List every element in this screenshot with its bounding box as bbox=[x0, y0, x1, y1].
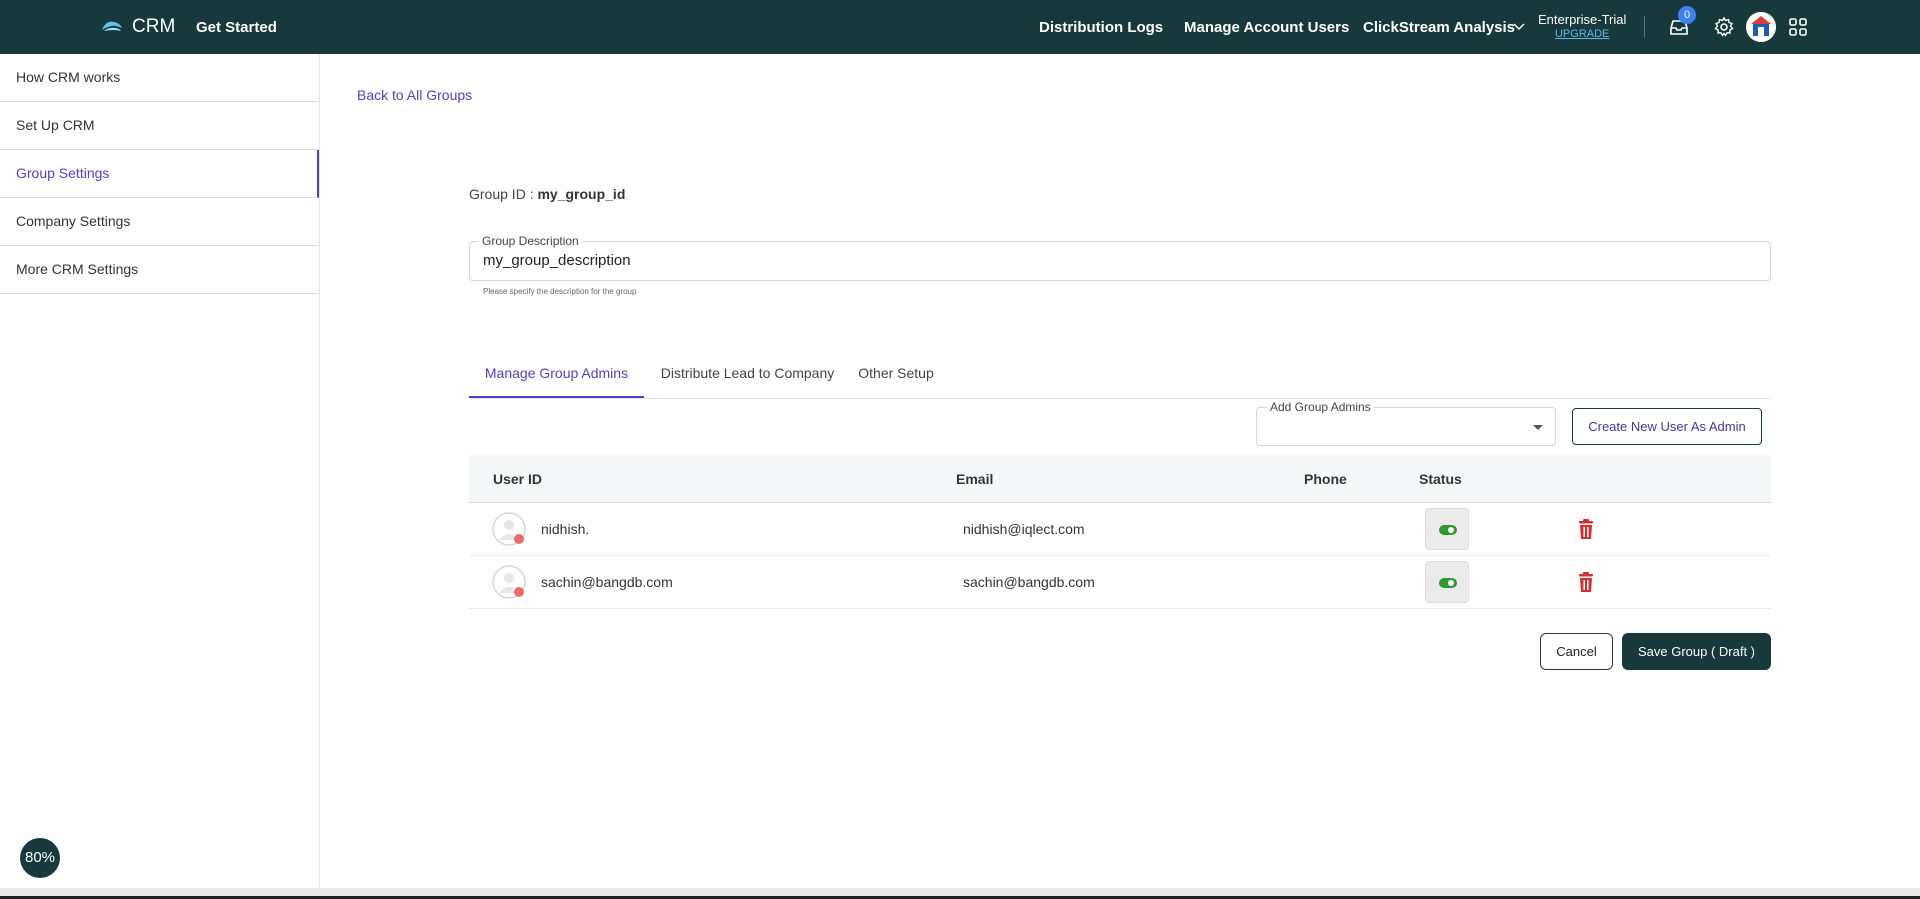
user-avatar-icon bbox=[492, 565, 526, 599]
table-header: User ID Email Phone Status bbox=[469, 455, 1771, 503]
group-description-label: Group Description bbox=[478, 234, 583, 248]
group-description-help: Please specify the description for the g… bbox=[483, 287, 637, 296]
table-row: nidhish. nidhish@iqlect.com bbox=[469, 503, 1771, 556]
top-bar: CRM Get Started Distribution Logs Manage… bbox=[0, 0, 1920, 54]
group-id-label: Group ID : bbox=[469, 186, 538, 202]
notification-badge: 0 bbox=[1678, 6, 1696, 24]
gear-icon[interactable] bbox=[1713, 16, 1735, 38]
user-avatar-icon bbox=[492, 512, 526, 546]
sidebar: How CRM works Set Up CRM Group Settings … bbox=[0, 54, 320, 888]
nav-manage-account-users[interactable]: Manage Account Users bbox=[1184, 19, 1349, 36]
user-id-cell: sachin@bangdb.com bbox=[541, 574, 673, 590]
group-description-field[interactable]: Group Description my_group_description bbox=[469, 234, 1771, 281]
group-id: Group ID : my_group_id bbox=[469, 186, 625, 202]
toggle-on-icon bbox=[1439, 578, 1457, 588]
status-toggle-button[interactable] bbox=[1425, 508, 1469, 550]
get-started-link[interactable]: Get Started bbox=[196, 19, 277, 36]
crm-logo[interactable]: CRM bbox=[100, 16, 175, 38]
sidebar-item-more-crm-settings[interactable]: More CRM Settings bbox=[0, 246, 319, 294]
tab-manage-group-admins[interactable]: Manage Group Admins bbox=[469, 350, 644, 398]
table-row: sachin@bangdb.com sachin@bangdb.com bbox=[469, 556, 1771, 609]
tab-other-setup[interactable]: Other Setup bbox=[851, 350, 941, 398]
column-email: Email bbox=[956, 471, 994, 487]
group-description-value[interactable]: my_group_description bbox=[483, 252, 631, 269]
add-group-admins-label: Add Group Admins bbox=[1267, 400, 1374, 414]
nav-clickstream-analysis[interactable]: ClickStream Analysis bbox=[1363, 19, 1515, 36]
plan-info: Enterprise-Trial UPGRADE bbox=[1538, 12, 1626, 40]
zoom-indicator[interactable]: 80% bbox=[20, 838, 60, 878]
email-cell: nidhish@iqlect.com bbox=[963, 521, 1085, 537]
add-group-admins-select[interactable]: Add Group Admins bbox=[1256, 400, 1556, 446]
column-phone: Phone bbox=[1304, 471, 1347, 487]
trash-icon[interactable] bbox=[1577, 571, 1595, 593]
caret-down-icon bbox=[1533, 425, 1543, 430]
user-avatar-icon[interactable] bbox=[1746, 12, 1776, 42]
chevron-down-icon[interactable] bbox=[1513, 21, 1525, 31]
sidebar-item-set-up-crm[interactable]: Set Up CRM bbox=[0, 102, 319, 150]
upgrade-link[interactable]: UPGRADE bbox=[1538, 28, 1626, 40]
column-status: Status bbox=[1419, 471, 1462, 487]
apps-grid-icon[interactable] bbox=[1787, 16, 1809, 38]
app-name: CRM bbox=[132, 16, 176, 37]
group-admins-table: User ID Email Phone Status nidhish. nidh… bbox=[469, 455, 1771, 609]
tab-distribute-lead[interactable]: Distribute Lead to Company bbox=[660, 350, 835, 398]
status-toggle-button[interactable] bbox=[1425, 561, 1469, 603]
create-new-user-as-admin-button[interactable]: Create New User As Admin bbox=[1572, 408, 1762, 445]
cancel-button[interactable]: Cancel bbox=[1540, 633, 1613, 670]
save-group-draft-button[interactable]: Save Group ( Draft ) bbox=[1622, 633, 1771, 670]
sidebar-item-group-settings[interactable]: Group Settings bbox=[0, 150, 319, 198]
group-tabs: Manage Group Admins Distribute Lead to C… bbox=[469, 350, 1771, 399]
email-cell: sachin@bangdb.com bbox=[963, 574, 1095, 590]
bottom-edge bbox=[0, 888, 1920, 899]
column-user-id: User ID bbox=[493, 471, 543, 487]
user-id-cell: nidhish. bbox=[541, 521, 590, 537]
cloud-logo-icon bbox=[102, 21, 122, 31]
plan-name: Enterprise-Trial bbox=[1538, 12, 1627, 27]
back-to-groups-link[interactable]: Back to All Groups bbox=[357, 87, 472, 103]
sidebar-item-company-settings[interactable]: Company Settings bbox=[0, 198, 319, 246]
trash-icon[interactable] bbox=[1577, 518, 1595, 540]
toggle-on-icon bbox=[1439, 525, 1457, 535]
group-id-value: my_group_id bbox=[537, 186, 626, 202]
divider bbox=[1644, 16, 1645, 38]
nav-distribution-logs[interactable]: Distribution Logs bbox=[1039, 19, 1163, 36]
sidebar-item-how-crm-works[interactable]: How CRM works bbox=[0, 54, 319, 102]
